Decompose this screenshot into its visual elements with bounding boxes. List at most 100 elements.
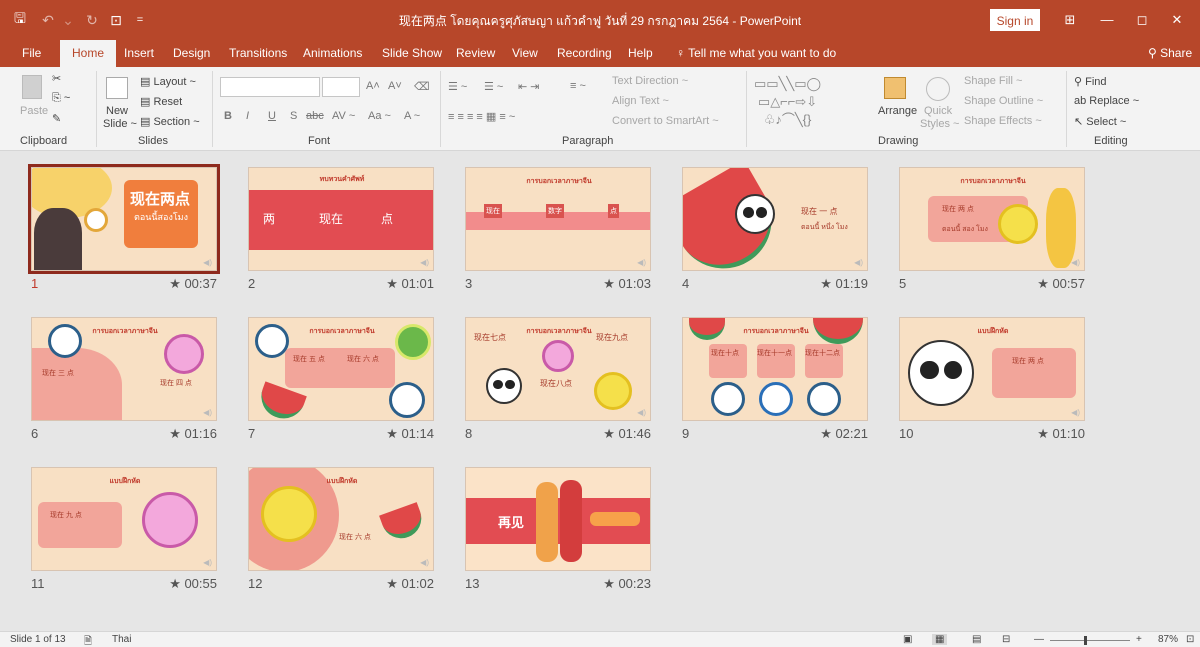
underline-button[interactable]: U: [268, 110, 276, 122]
format-painter-icon[interactable]: ✎: [52, 112, 61, 125]
quick-styles-dropdown[interactable]: Styles ~: [920, 118, 959, 130]
normal-view-icon[interactable]: ▣: [903, 634, 912, 645]
line-spacing-icon[interactable]: ≡ ~: [570, 80, 586, 92]
language-indicator[interactable]: Thai: [112, 634, 131, 645]
share-button[interactable]: ⚲ Share: [1148, 40, 1192, 67]
tab-help[interactable]: Help: [628, 40, 653, 67]
grow-font-button[interactable]: A˄: [366, 80, 380, 92]
font-name-combo[interactable]: [220, 77, 320, 97]
find-button[interactable]: ⚲ Find: [1074, 75, 1107, 88]
zoom-out-button[interactable]: —: [1034, 634, 1044, 645]
slide-timing: ★ 01:03: [603, 276, 651, 291]
cut-icon[interactable]: ✂: [52, 72, 61, 85]
indent-icons[interactable]: ⇤ ⇥: [518, 80, 540, 93]
paste-button[interactable]: Paste: [20, 105, 48, 117]
shape-effects-button[interactable]: Shape Effects ~: [964, 115, 1042, 127]
arrange-icon[interactable]: [884, 77, 906, 99]
slide-thumbnail[interactable]: แบบฝึกหัด 现在 两 点 ◀): [899, 317, 1085, 421]
tab-design[interactable]: Design: [173, 40, 210, 67]
tab-insert[interactable]: Insert: [124, 40, 154, 67]
align-text-button[interactable]: Align Text ~: [612, 95, 669, 107]
slide-thumbnail[interactable]: การบอกเวลาภาษาจีน 现在 两 点 ตอนนี้ สอง โมง …: [899, 167, 1085, 271]
slide-thumbnail[interactable]: การบอกเวลาภาษาจีน 现在十点 现在十一点 现在十二点: [682, 317, 868, 421]
slide-thumbnail[interactable]: 现在 一 点 ตอนนี้ หนึ่ง โมง ◀): [682, 167, 868, 271]
character-spacing-button[interactable]: AV ~: [332, 110, 355, 122]
layout-button[interactable]: ▤ Layout ~: [140, 75, 196, 88]
redo-icon[interactable]: ↻: [82, 10, 102, 30]
tab-transitions[interactable]: Transitions: [229, 40, 287, 67]
ribbon-display-options-icon[interactable]: ⊞: [1056, 6, 1084, 34]
zoom-slider[interactable]: [1050, 640, 1130, 641]
slide-thumbnail[interactable]: แบบฝึกหัด 现在 六 点 ◀): [248, 467, 434, 571]
tab-slide-show[interactable]: Slide Show: [382, 40, 442, 67]
tab-file[interactable]: File: [22, 40, 41, 67]
tell-me-box[interactable]: ♀ Tell me what you want to do: [676, 40, 836, 67]
slide-number: 8: [465, 426, 473, 441]
zoom-level[interactable]: 87%: [1158, 634, 1178, 645]
present-from-start-icon[interactable]: ⊡: [106, 10, 126, 30]
slide-number: 12: [248, 576, 263, 591]
new-slide-button[interactable]: New: [106, 105, 128, 117]
font-size-combo[interactable]: [322, 77, 360, 97]
select-button[interactable]: ↖ Select ~: [1074, 115, 1126, 128]
slide-thumbnail[interactable]: ทบทวนคำศัพท์ 两 现在 点 ◀): [248, 167, 434, 271]
align-icons[interactable]: ≡ ≡ ≡ ≡ ▦ ≡ ~: [448, 110, 515, 123]
slide-thumbnail[interactable]: การบอกเวลาภาษาจีน 现在 五 点 现在 六 点: [248, 317, 434, 421]
section-button[interactable]: ▤ Section ~: [140, 115, 200, 128]
slide-thumbnail[interactable]: การบอกเวลาภาษาจีน 现在七点 现在九点 现在八点 ◀): [465, 317, 651, 421]
quick-styles-button[interactable]: Quick: [924, 105, 952, 117]
replace-button[interactable]: ab Replace ~: [1074, 95, 1139, 107]
arrange-button[interactable]: Arrange: [878, 105, 917, 117]
slide-sorter-view-icon[interactable]: ▦: [932, 634, 948, 645]
slide-thumbnail[interactable]: 再见: [465, 467, 651, 571]
sign-in-button[interactable]: Sign in: [990, 9, 1040, 31]
tab-recording[interactable]: Recording: [557, 40, 612, 67]
zoom-slider-thumb[interactable]: [1084, 636, 1087, 645]
shrink-font-button[interactable]: A˅: [388, 80, 402, 92]
save-icon[interactable]: 🖫: [10, 10, 30, 30]
slideshow-view-icon[interactable]: ⊟: [1002, 634, 1010, 645]
italic-button[interactable]: I: [246, 110, 249, 122]
slide-thumbnail[interactable]: แบบฝึกหัด 现在 九 点 ◀): [31, 467, 217, 571]
minimize-button[interactable]: —: [1093, 6, 1121, 34]
slide-thumbnail[interactable]: การบอกเวลาภาษาจีน 现在 数字 点 ◀): [465, 167, 651, 271]
slide-timing: ★ 00:57: [1037, 276, 1085, 291]
font-color-button[interactable]: A ~: [404, 110, 420, 122]
copy-icon[interactable]: ⎘ ~: [52, 92, 70, 105]
text-direction-button[interactable]: Text Direction ~: [612, 75, 688, 87]
fit-slide-icon[interactable]: ⊡: [1186, 634, 1194, 645]
spell-check-icon[interactable]: 🗎: [84, 634, 92, 647]
shape-outline-button[interactable]: Shape Outline ~: [964, 95, 1043, 107]
clock-icon: [711, 382, 745, 416]
strikethrough-button[interactable]: abc: [306, 110, 324, 122]
convert-smartart-button[interactable]: Convert to SmartArt ~: [612, 115, 719, 127]
tab-home[interactable]: Home: [60, 40, 117, 67]
new-slide-dropdown[interactable]: Slide ~: [103, 118, 137, 130]
shapes-gallery[interactable]: ▭▭╲╲▭◯ ▭△⌐⌐⇨⇩ ♧♪⌒╲{}: [754, 75, 821, 129]
quick-styles-icon[interactable]: [926, 77, 950, 101]
tab-animations[interactable]: Animations: [303, 40, 362, 67]
reading-view-icon[interactable]: ▤: [972, 634, 981, 645]
undo-icon[interactable]: ↶: [38, 10, 58, 30]
paste-icon[interactable]: [22, 75, 42, 99]
audio-icon: ◀): [854, 258, 863, 267]
restore-button[interactable]: ◻: [1128, 6, 1156, 34]
bold-button[interactable]: B: [224, 110, 232, 122]
tab-review[interactable]: Review: [456, 40, 495, 67]
slide-thumbnail[interactable]: การบอกเวลาภาษาจีน 现在 三 点 现在 四 点 ◀): [31, 317, 217, 421]
close-button[interactable]: ✕: [1163, 6, 1191, 34]
slide-thumbnail[interactable]: 现在两点 ตอนนี้สองโมง ◀): [28, 164, 220, 274]
new-slide-icon[interactable]: [106, 77, 128, 99]
numbering-icon[interactable]: ☰ ~: [484, 80, 503, 93]
shape-fill-button[interactable]: Shape Fill ~: [964, 75, 1022, 87]
tab-view[interactable]: View: [512, 40, 538, 67]
zoom-in-button[interactable]: +: [1136, 634, 1142, 645]
reset-button[interactable]: ▤ Reset: [140, 95, 182, 108]
clear-formatting-icon[interactable]: ⌫: [414, 80, 430, 93]
slide-title: แบบฝึกหัด: [109, 478, 141, 485]
customize-toolbar-icon[interactable]: =: [130, 10, 150, 30]
text-shadow-button[interactable]: S: [290, 110, 297, 122]
undo-dropdown-icon[interactable]: ⌄: [58, 10, 78, 30]
bullets-icon[interactable]: ☰ ~: [448, 80, 467, 93]
change-case-button[interactable]: Aa ~: [368, 110, 391, 122]
